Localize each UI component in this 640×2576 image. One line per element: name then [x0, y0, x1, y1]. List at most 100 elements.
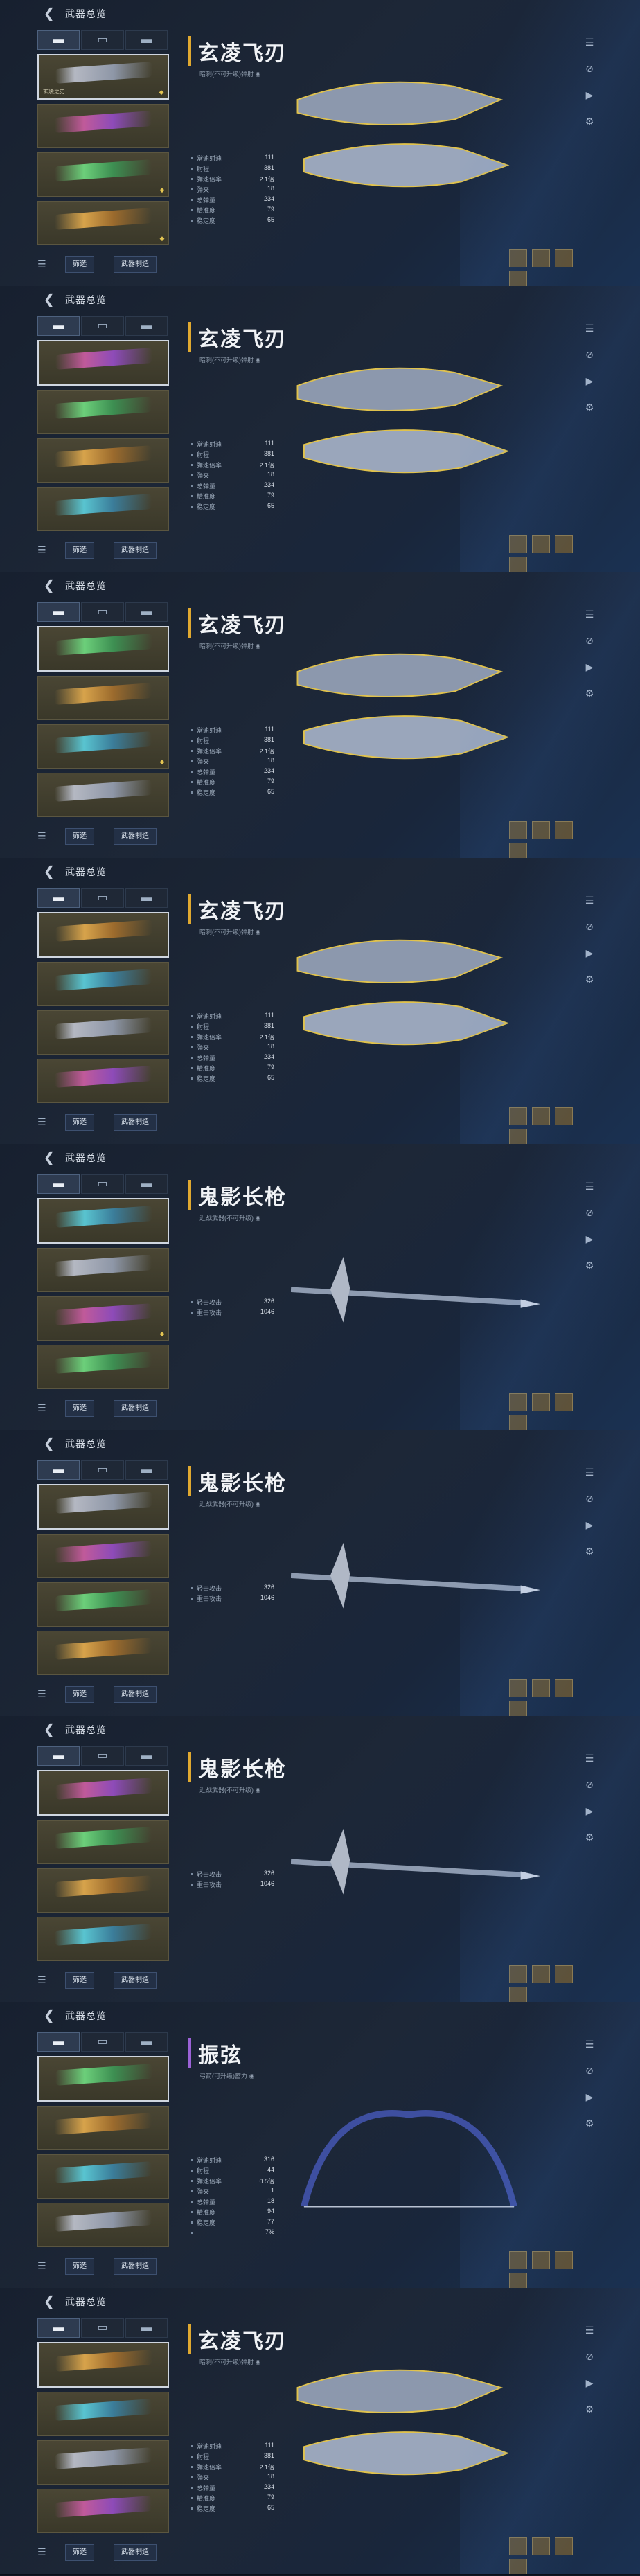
weapon-list-item[interactable]	[37, 487, 169, 531]
category-tab[interactable]: ▭	[81, 1746, 124, 1766]
gear-icon[interactable]: ⚙	[583, 115, 596, 127]
category-tab[interactable]: ▬	[37, 1746, 80, 1766]
target-icon[interactable]: ⊘	[583, 1492, 596, 1505]
weapon-list-item[interactable]	[37, 626, 169, 672]
gear-icon[interactable]: ⚙	[583, 973, 596, 985]
weapon-list-item[interactable]: ◆	[37, 201, 169, 245]
play-icon[interactable]: ▶	[583, 2377, 596, 2389]
weapon-list-item[interactable]: 玄凌之刃 ◆	[37, 54, 169, 100]
list-icon[interactable]: ☰	[583, 1180, 596, 1192]
weapon-list-item[interactable]	[37, 1248, 169, 1292]
weapon-list-item[interactable]	[37, 1868, 169, 1913]
list-icon[interactable]: ☰	[583, 1466, 596, 1478]
category-tab[interactable]: ▭	[81, 602, 124, 622]
filter-button[interactable]: 筛选	[65, 1686, 94, 1703]
filter-button[interactable]: 筛选	[65, 256, 94, 273]
back-arrow-icon[interactable]: ❮	[42, 1150, 57, 1165]
attachment-slot[interactable]	[509, 1965, 527, 1983]
weapon-list-item[interactable]	[37, 2489, 169, 2533]
attachment-slot[interactable]	[555, 249, 573, 267]
list-icon[interactable]: ☰	[37, 2260, 48, 2271]
attachment-slot[interactable]	[532, 2251, 550, 2269]
attachment-slot[interactable]	[509, 1987, 527, 2002]
list-icon[interactable]: ☰	[37, 544, 48, 555]
attachment-slot[interactable]	[509, 249, 527, 267]
category-tab[interactable]: ▭	[81, 2032, 124, 2052]
attachment-slot[interactable]	[509, 1679, 527, 1697]
category-tab[interactable]: ▬	[125, 888, 168, 908]
list-icon[interactable]: ☰	[583, 894, 596, 906]
play-icon[interactable]: ▶	[583, 1233, 596, 1245]
category-tab[interactable]: ▬	[37, 316, 80, 336]
category-tab[interactable]: ▬	[37, 888, 80, 908]
play-icon[interactable]: ▶	[583, 947, 596, 959]
play-icon[interactable]: ▶	[583, 375, 596, 387]
list-icon[interactable]: ☰	[37, 1402, 48, 1413]
gear-icon[interactable]: ⚙	[583, 2403, 596, 2415]
attachment-slot[interactable]	[509, 821, 527, 839]
back-arrow-icon[interactable]: ❮	[42, 2294, 57, 2309]
target-icon[interactable]: ⊘	[583, 2350, 596, 2363]
weapon-list-item[interactable]	[37, 1534, 169, 1578]
category-tab[interactable]: ▬	[37, 602, 80, 622]
attachment-slot[interactable]	[532, 1107, 550, 1125]
weapon-list-item[interactable]	[37, 1345, 169, 1389]
weapon-list-item[interactable]: ◆	[37, 1296, 169, 1341]
category-tab[interactable]: ▬	[125, 1746, 168, 1766]
category-tab[interactable]: ▬	[37, 1460, 80, 1480]
attachment-slot[interactable]	[509, 271, 527, 286]
weapon-craft-button[interactable]: 武器制造	[114, 1972, 157, 1989]
weapon-craft-button[interactable]: 武器制造	[114, 1400, 157, 1417]
attachment-slot[interactable]	[509, 1129, 527, 1144]
attachment-slot[interactable]	[532, 1965, 550, 1983]
weapon-list-item[interactable]	[37, 1582, 169, 1627]
target-icon[interactable]: ⊘	[583, 634, 596, 647]
filter-button[interactable]: 筛选	[65, 542, 94, 559]
weapon-list-item[interactable]	[37, 2203, 169, 2247]
attachment-slot[interactable]	[532, 2537, 550, 2555]
category-tab[interactable]: ▬	[125, 30, 168, 50]
attachment-slot[interactable]	[509, 2251, 527, 2269]
back-arrow-icon[interactable]: ❮	[42, 1436, 57, 1451]
category-tab[interactable]: ▬	[37, 2318, 80, 2338]
list-icon[interactable]: ☰	[583, 2324, 596, 2336]
list-icon[interactable]: ☰	[583, 1752, 596, 1764]
weapon-list-item[interactable]	[37, 2154, 169, 2199]
weapon-craft-button[interactable]: 武器制造	[114, 2258, 157, 2275]
weapon-list-item[interactable]	[37, 390, 169, 434]
back-arrow-icon[interactable]: ❮	[42, 1722, 57, 1737]
attachment-slot[interactable]	[555, 1679, 573, 1697]
weapon-list-item[interactable]	[37, 2342, 169, 2388]
list-icon[interactable]: ☰	[583, 36, 596, 48]
weapon-craft-button[interactable]: 武器制造	[114, 2544, 157, 2561]
gear-icon[interactable]: ⚙	[583, 1545, 596, 1557]
list-icon[interactable]: ☰	[37, 258, 48, 269]
weapon-craft-button[interactable]: 武器制造	[114, 542, 157, 559]
attachment-slot[interactable]	[555, 1107, 573, 1125]
attachment-slot[interactable]	[555, 1393, 573, 1411]
weapon-list-item[interactable]: ◆	[37, 152, 169, 197]
category-tab[interactable]: ▭	[81, 1174, 124, 1194]
weapon-list-item[interactable]	[37, 962, 169, 1006]
attachment-slot[interactable]	[532, 1679, 550, 1697]
back-arrow-icon[interactable]: ❮	[42, 2008, 57, 2023]
play-icon[interactable]: ▶	[583, 1519, 596, 1531]
play-icon[interactable]: ▶	[583, 2091, 596, 2103]
weapon-craft-button[interactable]: 武器制造	[114, 256, 157, 273]
category-tab[interactable]: ▬	[125, 1174, 168, 1194]
category-tab[interactable]: ▬	[37, 2032, 80, 2052]
target-icon[interactable]: ⊘	[583, 2064, 596, 2077]
weapon-list-item[interactable]: ◆	[37, 724, 169, 769]
weapon-list-item[interactable]	[37, 1820, 169, 1864]
weapon-list-item[interactable]	[37, 912, 169, 958]
filter-button[interactable]: 筛选	[65, 2544, 94, 2561]
attachment-slot[interactable]	[509, 843, 527, 858]
back-arrow-icon[interactable]: ❮	[42, 864, 57, 879]
weapon-list-item[interactable]	[37, 2106, 169, 2150]
list-icon[interactable]: ☰	[37, 2546, 48, 2557]
gear-icon[interactable]: ⚙	[583, 687, 596, 699]
list-icon[interactable]: ☰	[37, 1688, 48, 1699]
category-tab[interactable]: ▬	[125, 1460, 168, 1480]
attachment-slot[interactable]	[509, 1393, 527, 1411]
play-icon[interactable]: ▶	[583, 1805, 596, 1817]
